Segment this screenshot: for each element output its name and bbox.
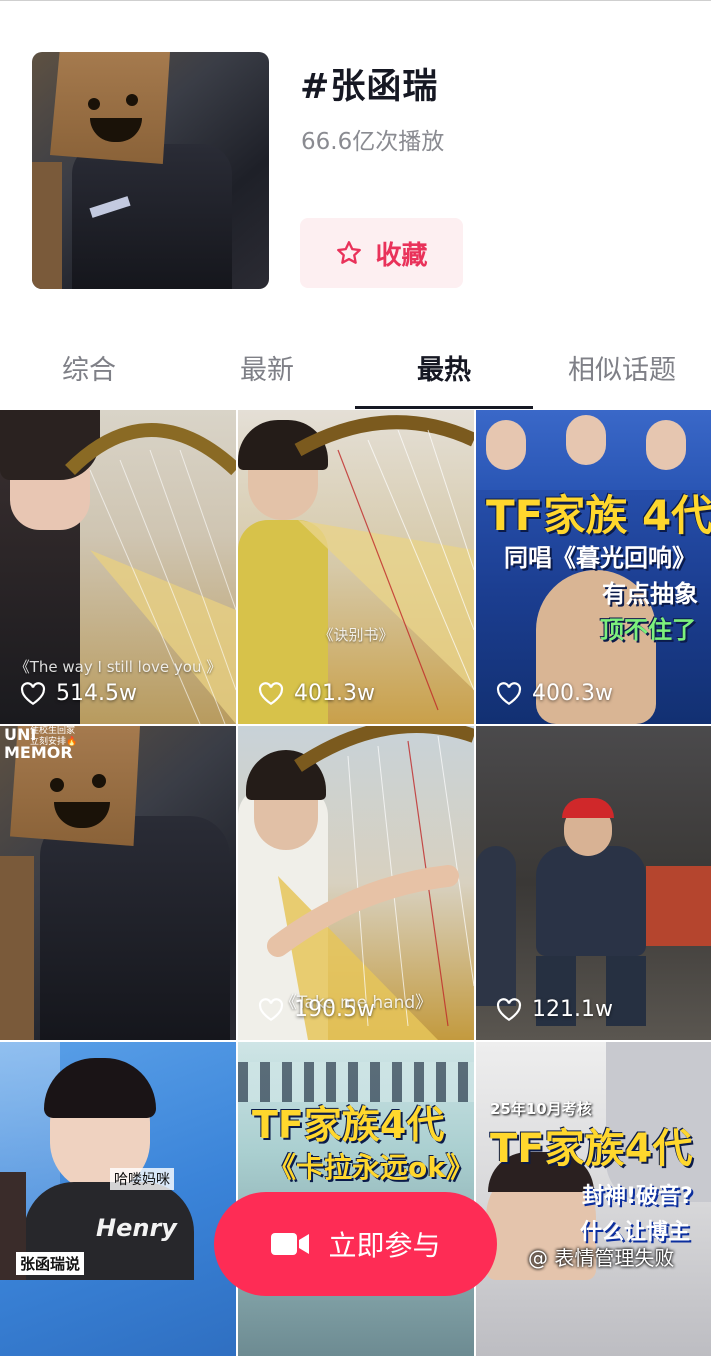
heart-icon bbox=[496, 997, 522, 1021]
video-caption: 《诀别书》 bbox=[318, 626, 394, 644]
play-count: 66.6亿次播放 bbox=[301, 129, 445, 155]
heart-icon bbox=[496, 681, 522, 705]
video-tile[interactable]: Henry 哈喽妈咪 张函瑞说 bbox=[0, 1042, 236, 1356]
video-title-line: 同唱《暮光回响》 bbox=[504, 544, 696, 572]
like-count: 401.3w bbox=[258, 681, 375, 706]
tab-comprehensive[interactable]: 综合 bbox=[0, 330, 178, 404]
participate-button[interactable]: 立即参与 bbox=[214, 1192, 497, 1296]
video-tile[interactable]: UNI MEMOR 住校生回家 立刻安排🔥 bbox=[0, 726, 236, 1040]
video-tag: 张函瑞说 bbox=[16, 1252, 85, 1275]
collect-label: 收藏 bbox=[375, 240, 428, 271]
video-tile[interactable]: 25年10月考核 TF家族4代 封神!破音? 什么让博主 bbox=[476, 1042, 711, 1356]
participate-label: 立即参与 bbox=[328, 1229, 441, 1262]
video-title-line: 封神!破音? bbox=[582, 1184, 693, 1209]
heart-icon bbox=[258, 681, 284, 705]
video-title-line: TF家族 4代 bbox=[486, 491, 711, 540]
like-count: 514.5w bbox=[20, 681, 137, 706]
video-tile[interactable]: 121.1w bbox=[476, 726, 711, 1040]
video-title-line: 顶不住了 bbox=[600, 616, 696, 644]
video-tile[interactable]: 《The way I still love you 》 514.5w bbox=[0, 410, 236, 724]
active-tab-indicator bbox=[355, 406, 533, 409]
video-tile[interactable]: 《Take me hand》 190.5w bbox=[238, 726, 474, 1040]
topic-cover-image[interactable] bbox=[32, 52, 269, 289]
video-title-line: TF家族4代 bbox=[252, 1103, 445, 1147]
video-caption: 《The way I still love you 》 bbox=[14, 658, 222, 676]
heart-icon bbox=[20, 681, 46, 705]
watermark: @ 表情管理失败 bbox=[528, 1246, 675, 1270]
video-tile[interactable]: TF家族 4代 同唱《暮光回响》 有点抽象 顶不住了 400.3w bbox=[476, 410, 711, 724]
like-count: 400.3w bbox=[496, 681, 613, 706]
video-tile[interactable]: 《诀别书》 401.3w bbox=[238, 410, 474, 724]
topic-header: #张函瑞 66.6亿次播放 收藏 bbox=[0, 0, 711, 320]
star-icon bbox=[337, 241, 362, 264]
tab-similar-topics[interactable]: 相似话题 bbox=[533, 330, 711, 404]
collect-button[interactable]: 收藏 bbox=[300, 218, 463, 288]
tab-latest[interactable]: 最新 bbox=[178, 330, 356, 404]
video-camera-icon bbox=[271, 1233, 310, 1255]
video-caption: 哈喽妈咪 bbox=[110, 1168, 174, 1190]
topic-title: #张函瑞 bbox=[300, 67, 439, 107]
tab-hottest[interactable]: 最热 bbox=[355, 330, 533, 404]
heart-icon bbox=[258, 997, 284, 1021]
video-caption-top: 住校生回家 立刻安排🔥 bbox=[30, 726, 78, 747]
video-title-line: 有点抽象 bbox=[602, 580, 698, 608]
shirt-text: Henry bbox=[96, 1214, 177, 1242]
like-count: 121.1w bbox=[496, 997, 613, 1022]
tab-bar: 综合 最新 最热 相似话题 bbox=[0, 330, 711, 410]
like-count: 190.5w bbox=[258, 997, 375, 1022]
video-title-line: 《卡拉永远ok》 bbox=[268, 1151, 474, 1184]
video-title-line: TF家族4代 bbox=[490, 1126, 693, 1172]
